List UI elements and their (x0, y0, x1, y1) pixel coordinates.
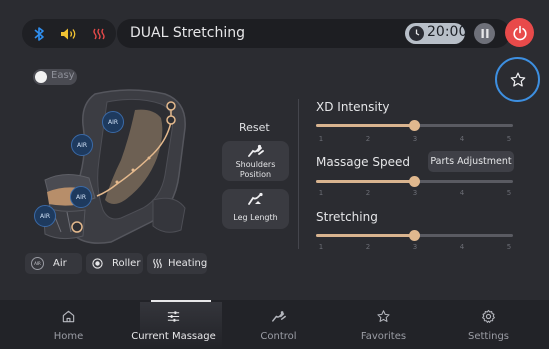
shoulders-position-button[interactable]: Shoulders Position (222, 141, 289, 181)
nav-control-label: Control (260, 331, 297, 342)
shoulders-label-line1: Shoulders (235, 160, 276, 169)
heating-icon (152, 258, 163, 269)
nav-settings[interactable]: Settings (436, 300, 541, 349)
bluetooth-icon[interactable] (24, 19, 54, 48)
favorite-button[interactable] (495, 57, 540, 102)
star-icon (510, 72, 525, 87)
divider (298, 99, 299, 249)
heating-icon[interactable] (84, 19, 114, 48)
leg-length-icon (222, 192, 289, 210)
nav-current-massage-label: Current Massage (131, 331, 216, 342)
stretching-fill (316, 234, 415, 237)
parts-adjustment-button[interactable]: Parts Adjustment (428, 151, 514, 172)
roller-icon (92, 258, 103, 269)
pause-button[interactable] (474, 23, 495, 44)
massage-speed-fill (316, 180, 415, 183)
leg-length-button[interactable]: Leg Length (222, 189, 289, 229)
nav-favorites[interactable]: Favorites (331, 300, 436, 349)
clock-icon (409, 26, 424, 41)
shoulders-label-line2: Position (239, 170, 272, 179)
leg-length-label: Leg Length (233, 213, 278, 222)
nav-current-massage[interactable]: Current Massage (121, 300, 226, 349)
speaker-icon[interactable] (54, 19, 84, 48)
heating-mode-button[interactable]: Heating (147, 253, 207, 274)
air-badge: AIR (71, 134, 93, 156)
home-icon (16, 309, 121, 324)
roller-mode-button[interactable]: Roller (86, 253, 143, 274)
reset-button[interactable]: Reset (239, 121, 270, 134)
power-icon (512, 25, 527, 40)
massage-speed-knob[interactable] (409, 176, 420, 187)
gear-icon (436, 309, 541, 324)
timer-value: 20:00 (427, 24, 468, 40)
air-mode-button[interactable]: AIR Air (25, 253, 82, 274)
roller-mode-label: Roller (112, 258, 141, 269)
nav-home[interactable]: Home (16, 300, 121, 349)
program-title: DUAL Stretching (130, 25, 246, 41)
pause-icon (481, 29, 488, 38)
air-badge: AIR (102, 111, 124, 133)
sliders-icon (121, 309, 226, 324)
xd-intensity-label: XD Intensity (316, 100, 390, 114)
power-button[interactable] (505, 18, 534, 47)
control-icon (226, 309, 331, 324)
nav-control[interactable]: Control (226, 300, 331, 349)
star-icon (331, 309, 436, 324)
air-mode-label: Air (53, 258, 67, 269)
heating-mode-label: Heating (168, 258, 208, 269)
air-icon: AIR (31, 257, 44, 270)
air-badge: AIR (34, 205, 56, 227)
nav-home-label: Home (53, 331, 84, 342)
stretching-label: Stretching (316, 210, 378, 224)
massage-speed-label: Massage Speed (316, 155, 410, 169)
stretching-knob[interactable] (409, 230, 420, 241)
status-icon-group (22, 19, 116, 48)
xd-intensity-fill (316, 124, 415, 127)
xd-intensity-knob[interactable] (409, 120, 420, 131)
air-badge: AIR (70, 186, 92, 208)
nav-favorites-label: Favorites (360, 331, 407, 342)
nav-settings-label: Settings (467, 331, 509, 342)
